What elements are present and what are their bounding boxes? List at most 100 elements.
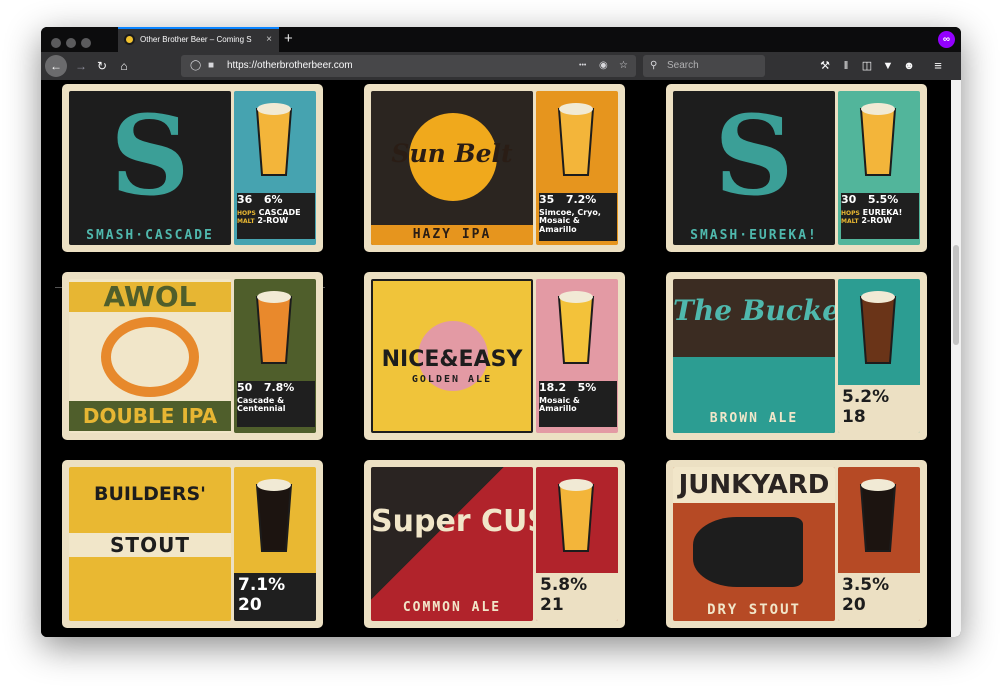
bookmark-star-icon[interactable]: ☆ [619,55,628,77]
forward-button[interactable]: → [72,52,90,80]
minimize-window-button[interactable] [66,38,76,48]
lock-icon[interactable]: ■ [208,55,214,77]
beer-card-builders-stout[interactable]: BUILDERS' OATMEAL STOUT 7.1% 20 [62,460,323,628]
abv-value: 5.8% [540,575,588,595]
beer-name: S [110,91,190,220]
hops-value: Mosaic & Amarillo [539,396,580,414]
private-browsing-icon[interactable]: ∞ [938,31,955,48]
beer-name: Super CUSTOM [371,504,533,539]
beer-stats-panel: 3.5% 20 [838,467,920,621]
beer-glass-icon [255,479,293,552]
beer-stats: 3.5% 20 [838,573,920,621]
beer-card-seaside-eureka[interactable]: S SMASH·EUREKA! 30 5.5% HOPS EUREKA! MALT… [666,84,927,252]
scrollbar-thumb[interactable] [953,245,959,345]
account-icon[interactable]: ☻ [901,52,917,80]
beer-stats-panel: 18.2 5% Mosaic & Amarillo [536,279,618,433]
pocket-icon[interactable]: ◉ [599,55,608,77]
beer-label-art: JUNKYARD DRY STOUT [673,467,835,621]
beer-style: STOUT [69,533,231,557]
beer-glass-icon [557,479,595,552]
beer-stats-panel: 50 7.8% Cascade & Centennial [234,279,316,433]
ibu-value: 20 [238,595,262,615]
abv-value: 7.2% [565,193,597,206]
beer-stats: 5.2% 18 [838,385,920,433]
beer-name: NICE&EASY [381,347,523,372]
beer-label-art: AWOL DOUBLE IPA [69,279,231,433]
beer-card-nice-easy[interactable]: NICE&EASY GOLDEN ALE 18.2 5% Mosaic & Am… [364,272,625,440]
beer-name: JUNKYARD [673,467,835,503]
beer-label-art: The Bucket BROWN ALE [673,279,835,433]
beer-card-super-custom[interactable]: Super CUSTOM COMMON ALE 5.8% 21 [364,460,625,628]
beer-name: The Bucket [673,294,835,327]
beer-style: DOUBLE IPA [69,401,231,431]
active-tab[interactable]: Other Brother Beer – Coming S × [118,27,279,52]
tab-title: Other Brother Beer – Coming S [140,35,252,44]
beer-glass-icon [557,103,595,176]
beer-name: S [714,91,794,220]
beer-name: BUILDERS' [94,483,206,505]
beer-card-the-bucket[interactable]: The Bucket BROWN ALE 5.2% 18 [666,272,927,440]
hops-value: Cascade & Centennial [237,396,286,414]
beer-stats: 5.8% 21 [536,573,618,621]
abv-value: 7.1% [238,575,286,595]
url-text[interactable]: https://otherbrotherbeer.com [227,55,353,77]
home-button[interactable]: ⌂ [115,52,133,80]
new-tab-button[interactable]: + [284,27,293,50]
beer-glass-icon [557,291,595,364]
beer-stats: 35 7.2% Simcoe, Cryo, Mosaic & Amarillo [539,193,617,241]
beer-stats-panel: 7.1% 20 [234,467,316,621]
beer-glass-icon [859,103,897,176]
beer-style: BROWN ALE [709,411,799,426]
beer-style: SMASH·EUREKA! [690,228,818,243]
beer-card-junkyard[interactable]: JUNKYARD DRY STOUT 3.5% 20 [666,460,927,628]
wrench-icon[interactable]: ⚒ [817,52,833,80]
tracking-shield-icon[interactable]: ◯ [190,55,201,77]
beer-glass-icon [255,103,293,176]
beer-label-art: Sun Belt HAZY IPA [371,91,533,245]
page-actions-icon[interactable]: ••• [579,55,586,77]
beer-label-art: BUILDERS' OATMEAL STOUT [69,467,231,621]
browser-window: Other Brother Beer – Coming S × + ∞ ← → … [41,27,961,637]
beer-glass-icon [859,479,897,552]
beer-card-sun-belt[interactable]: Sun Belt HAZY IPA 35 7.2% Simcoe, Cryo, … [364,84,625,252]
beer-glass-icon [859,291,897,364]
beer-label-art: S SMASH·EUREKA! [673,91,835,245]
ibu-value: 50 [237,381,253,394]
search-bar[interactable]: ⚲ Search [643,55,765,77]
sidebar-icon[interactable]: ◫ [859,52,875,80]
vertical-scrollbar[interactable] [951,80,961,637]
window-controls [51,35,96,53]
beer-name: AWOL [69,282,231,312]
shield-extension-icon[interactable]: ▼ [880,52,896,80]
beer-tag: OATMEAL [126,521,174,530]
ibu-value: 21 [540,595,564,615]
beer-stats: 36 6% HOPS CASCADE MALT 2-ROW [237,193,315,239]
abv-value: 5.5% [867,193,899,206]
beer-name: Sun Belt [391,139,513,168]
back-button[interactable]: ← [45,55,67,77]
ibu-value: 36 [237,193,253,206]
close-window-button[interactable] [51,38,61,48]
menu-icon[interactable]: ≡ [930,52,946,80]
beer-card-awol[interactable]: AWOL DOUBLE IPA 50 7.8% Cascade & Centen… [62,272,323,440]
ibu-value: 20 [842,595,866,615]
reload-button[interactable]: ↻ [93,52,111,80]
ibu-value: 35 [539,193,555,206]
beer-stats-panel: 5.2% 18 [838,279,920,433]
beer-stats: 18.2 5% Mosaic & Amarillo [539,381,617,427]
abv-value: 7.8% [263,381,295,394]
beer-glass-icon [255,291,293,364]
search-placeholder[interactable]: Search [667,55,699,77]
tab-close-icon[interactable]: × [266,29,272,50]
library-icon[interactable]: ‖ [838,52,854,80]
beer-stats: 7.1% 20 [234,573,316,621]
tab-bar: Other Brother Beer – Coming S × + ∞ [41,27,961,52]
ibu-value: 18 [842,407,866,427]
beer-card-seaside-cascade[interactable]: S SMASH·CASCADE 36 6% HOPS CASCADE MALT 2… [62,84,323,252]
zoom-window-button[interactable] [81,38,91,48]
search-icon: ⚲ [650,60,658,71]
beer-style: HAZY IPA [371,225,533,245]
address-bar[interactable]: ◯ ■ https://otherbrotherbeer.com ••• ◉ ☆ [181,55,636,77]
abv-value: 5% [577,381,597,394]
abv-value: 6% [263,193,283,206]
